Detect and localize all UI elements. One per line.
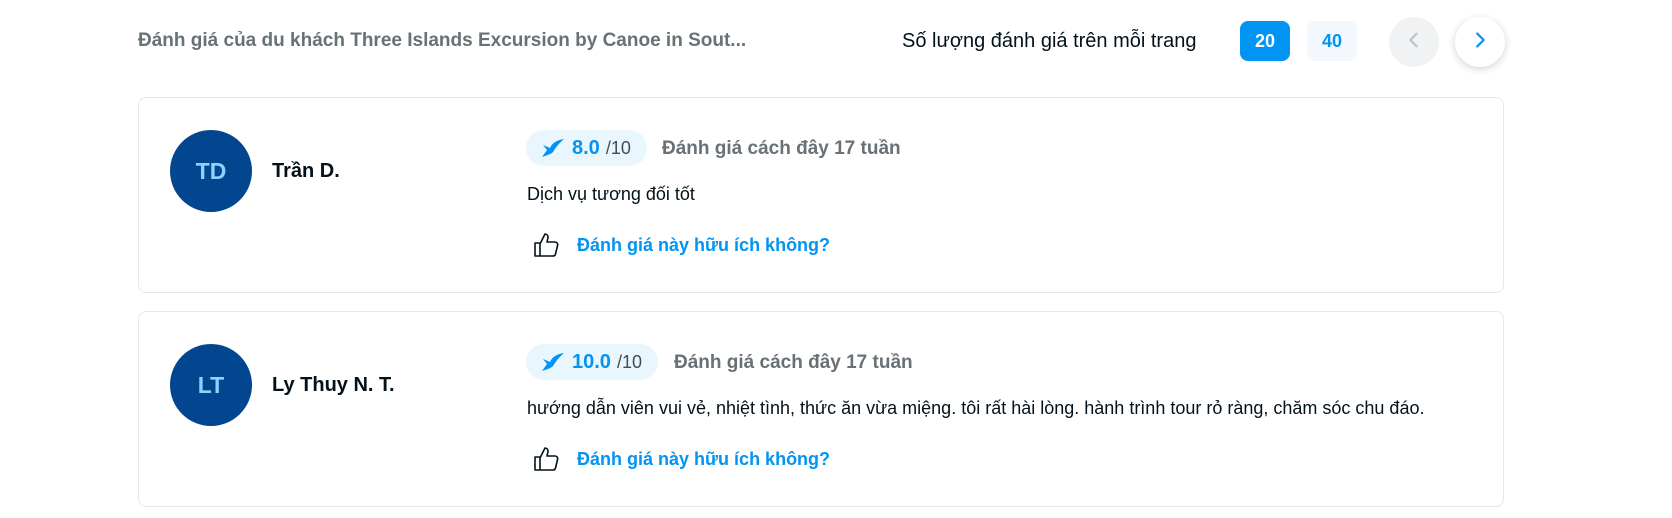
helpful-label[interactable]: Đánh giá này hữu ích không? — [577, 235, 830, 256]
chevron-right-icon — [1469, 29, 1491, 56]
review-card: LT Ly Thuy N. T. 10.0 /10 Đánh giá cách … — [138, 311, 1504, 507]
review-time: Đánh giá cách đây 17 tuần — [674, 352, 913, 373]
score-value: 10.0 — [572, 350, 611, 373]
page-title: Đánh giá của du khách Three Islands Excu… — [138, 30, 747, 51]
helpful-label[interactable]: Đánh giá này hữu ích không? — [577, 449, 830, 470]
reviews-header: Đánh giá của du khách Three Islands Excu… — [0, 0, 1672, 84]
review-time: Đánh giá cách đây 17 tuần — [662, 138, 901, 159]
next-page-button[interactable] — [1455, 17, 1505, 67]
score-value: 8.0 — [572, 136, 600, 159]
score-max: /10 — [605, 137, 631, 158]
thumbs-up-icon[interactable] — [531, 230, 561, 260]
reviewer-name: Trần D. — [272, 160, 340, 182]
avatar: LT — [170, 344, 252, 426]
per-page-20-button[interactable]: 20 — [1240, 21, 1290, 61]
review-card: TD Trần D. 8.0 /10 Đánh giá cách đây 17 … — [138, 97, 1504, 293]
reviewer-name: Ly Thuy N. T. — [272, 374, 395, 396]
review-text: Dịch vụ tương đối tốt — [527, 184, 695, 204]
previous-page-button[interactable] — [1389, 17, 1439, 67]
thumbs-up-icon[interactable] — [531, 444, 561, 474]
avatar: TD — [170, 130, 252, 212]
per-page-40-button[interactable]: 40 — [1307, 21, 1357, 61]
traveloka-bird-icon — [540, 351, 566, 373]
score-badge: 10.0 /10 — [526, 344, 658, 380]
helpful-button[interactable]: Đánh giá này hữu ích không? — [531, 444, 830, 474]
score-badge: 8.0 /10 — [526, 130, 647, 166]
helpful-button[interactable]: Đánh giá này hữu ích không? — [531, 230, 830, 260]
score-max: /10 — [616, 351, 642, 372]
per-page-label: Số lượng đánh giá trên mỗi trang — [902, 30, 1197, 52]
chevron-left-icon — [1403, 29, 1425, 56]
traveloka-bird-icon — [540, 137, 566, 159]
review-text: hướng dẫn viên vui vẻ, nhiệt tình, thức … — [527, 398, 1425, 418]
